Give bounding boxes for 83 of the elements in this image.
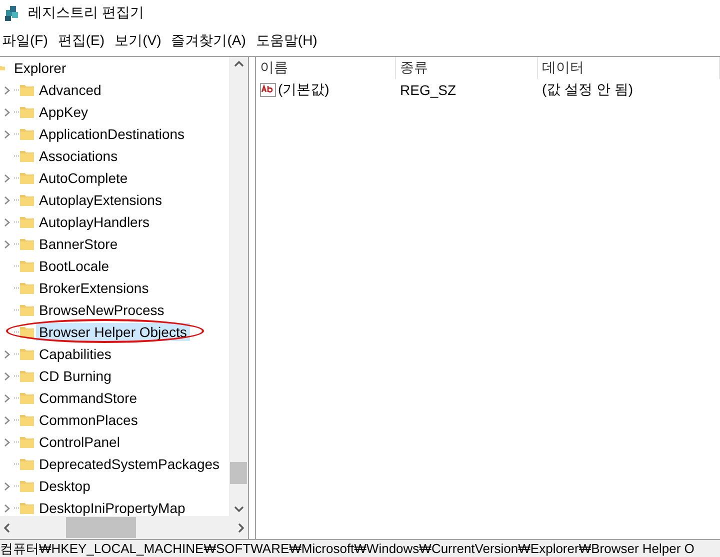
tree-item[interactable]: DesktopIniPropertyMap <box>36 499 188 516</box>
column-header[interactable]: 데이터 <box>538 57 720 79</box>
tree-item[interactable]: AutoplayExtensions <box>36 191 165 209</box>
folder-icon <box>20 105 34 119</box>
tree-item[interactable]: CommonPlaces <box>36 411 141 429</box>
value-name: (기본값) <box>278 81 330 99</box>
folder-icon <box>20 281 34 295</box>
tree-item[interactable]: Desktop <box>36 477 94 495</box>
menu-item[interactable]: 즐겨찾기(A) <box>169 32 250 50</box>
tree-item[interactable]: CD Burning <box>36 367 114 385</box>
folder-icon <box>20 391 34 405</box>
tree-item[interactable]: Browser Helper Objects <box>36 323 190 341</box>
tree-connector-line <box>14 221 20 223</box>
status-path: 컴퓨터₩HKEY_LOCAL_MACHINE₩SOFTWARE₩Microsoft₩Windows₩CurrentVersion₩Explorer₩Browser Helper O <box>0 540 694 557</box>
tree-connector-line <box>14 353 20 355</box>
tree-connector-line <box>14 397 20 399</box>
folder-icon <box>20 457 34 471</box>
tree-item[interactable]: DeprecatedSystemPackages <box>36 455 223 473</box>
menu-item[interactable]: 파일(F) <box>0 32 52 50</box>
tree-item[interactable]: Advanced <box>36 81 104 99</box>
tree-connector-line <box>14 309 20 311</box>
folder-icon <box>20 347 34 361</box>
scrollbar-thumb[interactable] <box>230 462 247 484</box>
horizontal-scrollbar[interactable] <box>0 516 248 539</box>
folder-icon <box>20 413 34 427</box>
tree-item[interactable]: ApplicationDestinations <box>36 125 188 143</box>
folder-icon <box>20 501 34 515</box>
tree-item[interactable]: BrokerExtensions <box>36 279 152 297</box>
folder-icon <box>20 83 34 97</box>
scroll-left-icon[interactable] <box>2 522 12 532</box>
tree-item[interactable]: CommandStore <box>36 389 140 407</box>
tree-connector-line <box>14 485 20 487</box>
tree-connector-line <box>14 463 20 465</box>
folder-icon <box>20 369 34 383</box>
tree-item[interactable]: BannerStore <box>36 235 121 253</box>
tree-item[interactable]: AutoComplete <box>36 169 131 187</box>
value-type: REG_SZ <box>399 82 458 98</box>
tree-connector-line <box>14 199 20 201</box>
tree-item[interactable]: AutoplayHandlers <box>36 213 153 231</box>
window-title: 레지스트리 편집기 <box>28 4 144 22</box>
tree-connector-line <box>14 287 20 289</box>
tree-item[interactable]: Explorer <box>11 59 70 77</box>
menu-item[interactable]: 편집(E) <box>56 32 109 50</box>
tree-connector-line <box>14 111 20 113</box>
column-header[interactable]: 종류 <box>396 57 538 79</box>
column-header[interactable]: 이름 <box>256 57 396 79</box>
scroll-right-icon[interactable] <box>236 522 246 532</box>
folder-icon <box>20 237 34 251</box>
tree-item[interactable]: Associations <box>36 147 121 165</box>
folder-icon <box>20 303 34 317</box>
folder-icon <box>20 127 34 141</box>
vertical-scrollbar[interactable] <box>229 57 248 516</box>
folder-icon <box>20 149 34 163</box>
tree-connector-line <box>14 133 20 135</box>
string-value-icon <box>260 82 276 98</box>
tree-connector-line <box>14 265 20 267</box>
tree-item[interactable]: ControlPanel <box>36 433 123 451</box>
folder-icon <box>20 215 34 229</box>
menu-item[interactable]: 보기(V) <box>112 32 166 50</box>
tree-connector-line <box>14 155 20 157</box>
folder-icon <box>20 325 34 339</box>
tree-connector-line <box>14 507 20 509</box>
folder-icon <box>20 171 34 185</box>
scrollbar-thumb[interactable] <box>66 517 136 538</box>
tree-connector-line <box>14 243 20 245</box>
value-data: (값 설정 안 됨) <box>541 81 634 99</box>
tree-connector-line <box>14 375 20 377</box>
tree-connector-line <box>14 89 20 91</box>
folder-icon <box>20 479 34 493</box>
tree-item[interactable]: BootLocale <box>36 257 112 275</box>
folder-icon <box>20 259 34 273</box>
tree-connector-line <box>14 177 20 179</box>
folder-icon <box>20 435 34 449</box>
tree-item[interactable]: Capabilities <box>36 345 114 363</box>
tree-connector-line <box>14 419 20 421</box>
tree-item[interactable]: BrowseNewProcess <box>36 301 168 319</box>
tree-connector-line <box>14 331 20 333</box>
scroll-down-icon[interactable] <box>234 504 244 514</box>
scroll-up-icon[interactable] <box>234 59 244 69</box>
tree-item[interactable]: AppKey <box>36 103 92 121</box>
tree-connector-line <box>14 441 20 443</box>
folder-icon <box>20 193 34 207</box>
menu-item[interactable]: 도움말(H) <box>254 32 322 50</box>
